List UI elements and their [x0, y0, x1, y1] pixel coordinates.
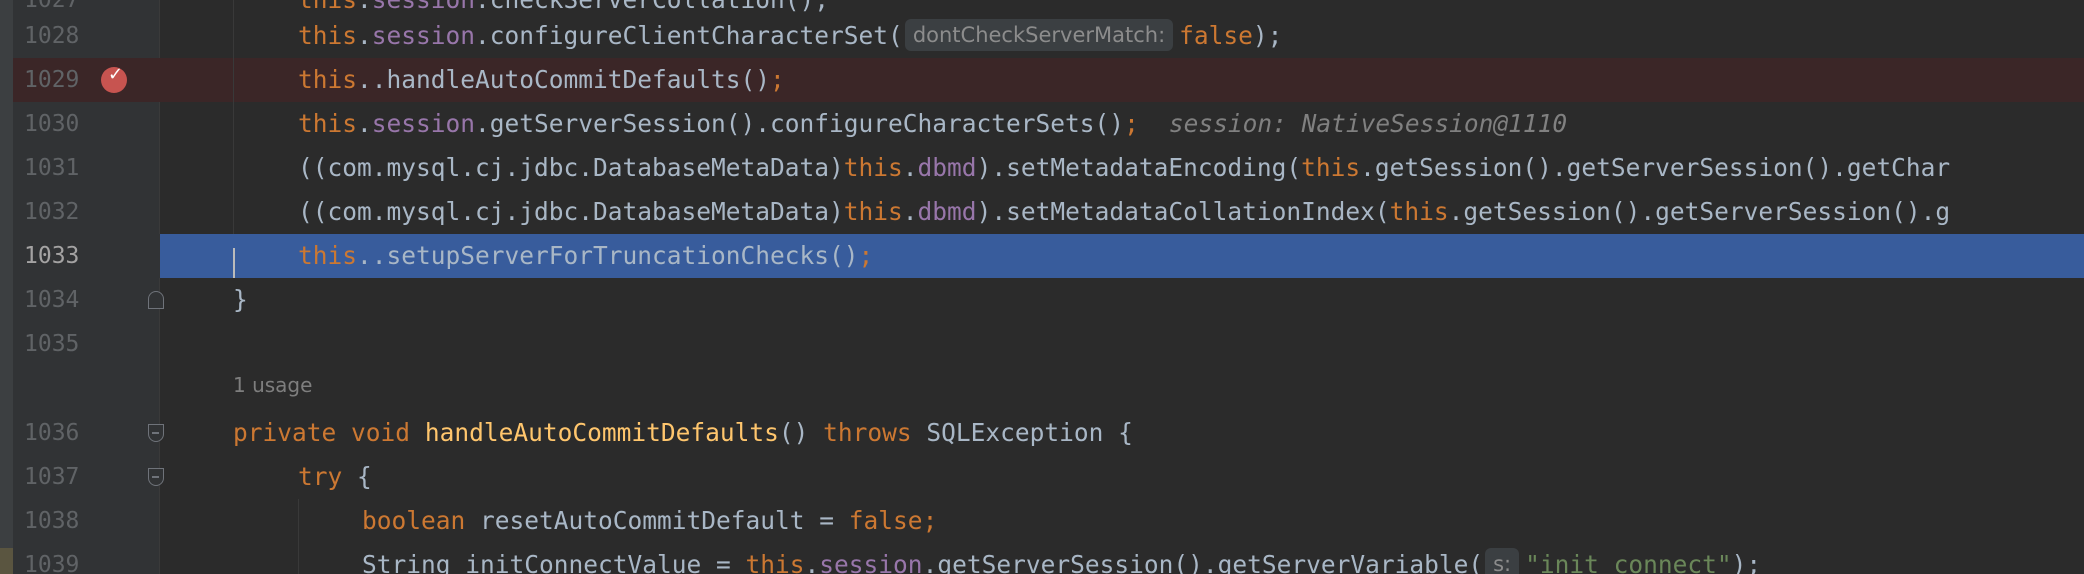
code-line-breakpoint[interactable]: 1029 ✓ this..handleAutoCommitDefaults();: [0, 58, 2084, 102]
indent-guide: [298, 499, 299, 574]
code-line[interactable]: 1038 boolean resetAutoCommitDefault = fa…: [0, 499, 2084, 543]
fold-start-icon[interactable]: [148, 468, 164, 486]
line-code: ((com.mysql.cj.jdbc.DatabaseMetaData)thi…: [298, 153, 1951, 182]
code-line[interactable]: 1030 this.session.getServerSession().con…: [0, 102, 2084, 146]
line-number: 1029: [24, 67, 80, 93]
line-code: this..setupServerForTruncationChecks();: [298, 241, 874, 270]
breakpoint-icon[interactable]: ✓: [101, 64, 127, 93]
code-line[interactable]: 1036 private void handleAutoCommitDefaul…: [0, 411, 2084, 455]
code-line-current-execution[interactable]: 1033 this..setupServerForTruncationCheck…: [0, 234, 2084, 278]
line-code: this.session.configureClientCharacterSet…: [298, 19, 1283, 51]
code-line[interactable]: 1035: [0, 322, 2084, 366]
fold-end-icon[interactable]: [148, 291, 164, 309]
line-number: 1034: [24, 287, 80, 313]
code-editor[interactable]: 1027 this.session.checkServerCollation()…: [0, 0, 2084, 574]
line-number: 1032: [24, 199, 80, 225]
parameter-hint: dontCheckServerMatch:: [904, 19, 1174, 51]
text-caret: [233, 248, 235, 278]
usage-inlay-hint[interactable]: 1 usage: [233, 373, 312, 397]
parameter-hint: s:: [1485, 548, 1520, 574]
checkmark-icon: ✓: [108, 64, 124, 85]
line-code: ((com.mysql.cj.jdbc.DatabaseMetaData)thi…: [298, 197, 1951, 226]
code-line[interactable]: 1032 ((com.mysql.cj.jdbc.DatabaseMetaDat…: [0, 190, 2084, 234]
line-code: boolean resetAutoCommitDefault = false;: [362, 506, 938, 535]
code-line[interactable]: 1034 }: [0, 278, 2084, 322]
line-number: 1037: [24, 464, 80, 490]
inline-debug-value: session: NativeSession@1110: [1168, 109, 1568, 138]
line-number: 1028: [24, 23, 80, 49]
line-code: this..handleAutoCommitDefaults();: [298, 65, 785, 94]
line-number: 1033: [24, 243, 80, 269]
line-number: 1036: [24, 420, 80, 446]
line-number: 1031: [24, 155, 80, 181]
code-line[interactable]: 1031 ((com.mysql.cj.jdbc.DatabaseMetaDat…: [0, 146, 2084, 190]
code-line[interactable]: 1039 String initConnectValue = this.sess…: [0, 543, 2084, 574]
code-line[interactable]: 1037 try {: [0, 455, 2084, 499]
line-code: try {: [298, 462, 372, 491]
fold-start-icon[interactable]: [148, 424, 164, 442]
line-number: 1039: [24, 552, 80, 574]
line-number: 1030: [24, 111, 80, 137]
line-code: this.session.getServerSession().configur…: [298, 109, 1568, 138]
indent-guide: [233, 0, 234, 234]
line-number: 1035: [24, 331, 80, 357]
line-number: 1038: [24, 508, 80, 534]
line-code: String initConnectValue = this.session.g…: [362, 543, 1761, 574]
line-code: private void handleAutoCommitDefaults() …: [233, 418, 1133, 447]
code-line[interactable]: 1028 this.session.configureClientCharact…: [0, 14, 2084, 58]
line-code: }: [233, 285, 248, 314]
